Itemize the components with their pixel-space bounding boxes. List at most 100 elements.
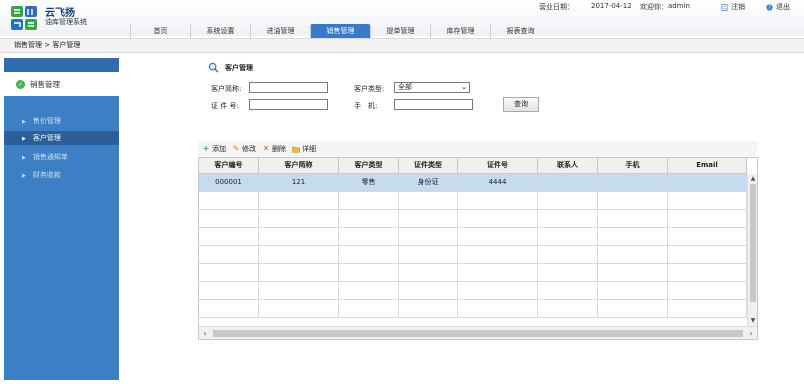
scroll-right-icon[interactable]: › bbox=[745, 327, 757, 339]
document-icon bbox=[721, 3, 728, 11]
column-header[interactable]: 客户简称 bbox=[259, 158, 339, 174]
business-date-label: 营业日期： bbox=[539, 3, 574, 11]
vertical-scrollbar[interactable]: ▲ ▼ bbox=[747, 174, 757, 326]
exit-label: 退出 bbox=[776, 3, 790, 11]
empty-row bbox=[199, 228, 747, 246]
sidebar-section-sales[interactable]: ✓ 销售管理 bbox=[4, 72, 119, 96]
customer-name-label: 客户简称: bbox=[211, 85, 242, 93]
empty-row bbox=[199, 300, 747, 318]
empty-row bbox=[199, 264, 747, 282]
tab-bill-of-lading[interactable]: 提单管理 bbox=[370, 24, 430, 38]
customer-type-select[interactable]: 全部 ⌄ bbox=[394, 82, 470, 93]
empty-row bbox=[199, 282, 747, 300]
tab-sales[interactable]: 销售管理 bbox=[310, 24, 370, 38]
table-cell: 零售 bbox=[339, 174, 399, 192]
sidebar-header-bar bbox=[4, 58, 119, 72]
customer-type-value: 全部 bbox=[398, 83, 412, 91]
section-title-label: 客户管理 bbox=[225, 63, 253, 72]
phone-label: 手 机: bbox=[354, 102, 378, 110]
column-header[interactable]: 联系人 bbox=[538, 158, 598, 174]
chevron-right-icon: ▶ bbox=[22, 119, 26, 125]
table-cell: 121 bbox=[259, 174, 339, 192]
edit-button[interactable]: ✎ 修改 bbox=[232, 144, 256, 154]
check-circle-icon: ✓ bbox=[16, 79, 25, 89]
help-icon: ? bbox=[766, 3, 773, 11]
column-header[interactable]: 客户类型 bbox=[339, 158, 399, 174]
folder-icon bbox=[292, 146, 300, 153]
sidebar-item-finance[interactable]: ▶ 财务收款 bbox=[4, 168, 119, 182]
sidebar: ✓ 销售管理 ▶ 售价管理 ▶ 客户管理 ▶ 销售通知单 ▶ 财务收款 bbox=[4, 58, 119, 380]
svg-text:?: ? bbox=[768, 5, 771, 11]
table-cell: 身份证 bbox=[399, 174, 458, 192]
table-cell bbox=[538, 174, 598, 192]
add-label: 添加 bbox=[212, 144, 226, 153]
empty-row bbox=[199, 210, 747, 228]
sidebar-item-label: 客户管理 bbox=[32, 134, 61, 142]
table-header: 客户编号 客户简称 客户类型 证件类型 证件号 联系人 手机 Email bbox=[199, 158, 747, 174]
chevron-right-icon: ▶ bbox=[22, 136, 26, 142]
sidebar-item-label: 财务收款 bbox=[32, 171, 61, 179]
table-cell bbox=[598, 174, 668, 192]
pencil-icon: ✎ bbox=[232, 143, 240, 153]
welcome-label: 欢迎你： bbox=[640, 3, 668, 11]
detail-label: 详细 bbox=[302, 144, 316, 153]
scroll-left-icon[interactable]: ‹ bbox=[199, 327, 211, 339]
logout-link[interactable]: 注销 bbox=[721, 2, 745, 12]
main-nav: 首页 系统设置 进油管理 销售管理 提单管理 库存管理 报表查询 bbox=[130, 24, 550, 38]
edit-label: 修改 bbox=[242, 144, 256, 153]
chevron-down-icon: ⌄ bbox=[461, 83, 467, 91]
table-cell: 000001 bbox=[199, 174, 259, 192]
scroll-down-icon[interactable]: ▼ bbox=[748, 316, 757, 326]
customer-table: 客户编号 客户简称 客户类型 证件类型 证件号 联系人 手机 Email 000… bbox=[198, 157, 758, 340]
app-header: 云飞扬 油库管理系统 营业日期： 2017-04-12 欢迎你： admin 注… bbox=[0, 0, 804, 38]
tab-home[interactable]: 首页 bbox=[130, 24, 190, 38]
tab-oil-intake[interactable]: 进油管理 bbox=[250, 24, 310, 38]
column-header[interactable]: 手机 bbox=[598, 158, 668, 174]
phone-input[interactable] bbox=[394, 99, 473, 110]
table-body: 000001 121 零售 身份证 4444 bbox=[199, 174, 747, 318]
table-row[interactable]: 000001 121 零售 身份证 4444 bbox=[199, 174, 747, 192]
chevron-right-icon: ▶ bbox=[22, 173, 26, 179]
empty-row bbox=[199, 246, 747, 264]
customer-name-input[interactable] bbox=[249, 82, 328, 93]
scroll-up-icon[interactable]: ▲ bbox=[748, 174, 757, 184]
delete-label: 删除 bbox=[272, 144, 286, 153]
sidebar-item-sales-notice[interactable]: ▶ 销售通知单 bbox=[4, 150, 119, 164]
sidebar-item-label: 销售通知单 bbox=[32, 153, 68, 161]
add-button[interactable]: + 添加 bbox=[202, 144, 226, 154]
tab-reports[interactable]: 报表查询 bbox=[490, 24, 550, 38]
sidebar-section-label: 销售管理 bbox=[30, 79, 60, 89]
id-number-input[interactable] bbox=[249, 99, 328, 110]
empty-row bbox=[199, 192, 747, 210]
business-date-value: 2017-04-12 bbox=[591, 2, 632, 10]
grid-toolbar: + 添加 ✎ 修改 ✕ 删除 详细 bbox=[198, 141, 758, 156]
column-header[interactable]: Email bbox=[668, 158, 747, 174]
column-header[interactable]: 证件号 bbox=[458, 158, 538, 174]
tab-inventory[interactable]: 库存管理 bbox=[430, 24, 490, 38]
delete-button[interactable]: ✕ 删除 bbox=[262, 144, 286, 154]
table-cell: 4444 bbox=[458, 174, 538, 192]
breadcrumb: 销售管理 > 客户管理 bbox=[0, 38, 804, 53]
sidebar-item-customers[interactable]: ▶ 客户管理 bbox=[4, 131, 119, 145]
search-button[interactable]: 查询 bbox=[503, 97, 539, 112]
vertical-scroll-thumb[interactable] bbox=[750, 184, 756, 302]
delete-x-icon: ✕ bbox=[262, 143, 270, 153]
column-header[interactable]: 证件类型 bbox=[399, 158, 458, 174]
sidebar-item-pricing[interactable]: ▶ 售价管理 bbox=[4, 114, 119, 128]
app-logo bbox=[11, 6, 37, 30]
tab-system-settings[interactable]: 系统设置 bbox=[190, 24, 250, 38]
sidebar-item-label: 售价管理 bbox=[32, 117, 61, 125]
current-user: admin bbox=[668, 2, 690, 10]
horizontal-scroll-thumb[interactable] bbox=[213, 330, 743, 337]
brand-subtitle: 油库管理系统 bbox=[45, 18, 87, 26]
section-title: 客户管理 bbox=[208, 62, 253, 73]
id-number-label: 证 件 号: bbox=[211, 102, 239, 110]
chevron-right-icon: ▶ bbox=[22, 155, 26, 161]
plus-icon: + bbox=[202, 143, 210, 153]
detail-button[interactable]: 详细 bbox=[292, 144, 316, 154]
logout-label: 注销 bbox=[731, 3, 745, 11]
search-icon bbox=[208, 62, 219, 73]
horizontal-scrollbar[interactable]: ‹ › bbox=[199, 326, 757, 339]
exit-link[interactable]: ? 退出 bbox=[766, 2, 790, 12]
column-header[interactable]: 客户编号 bbox=[199, 158, 259, 174]
